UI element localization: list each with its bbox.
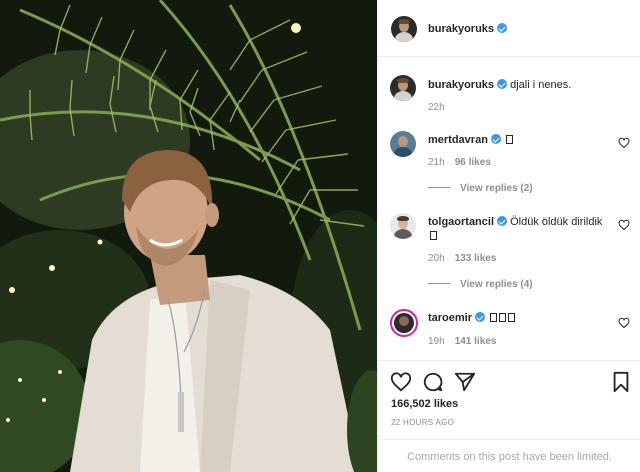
author-username[interactable]: burakyoruks — [428, 23, 494, 35]
comment-likes[interactable]: 141 likes — [455, 336, 497, 347]
caption-username[interactable]: burakyoruks — [428, 79, 494, 91]
comment-item: tolgaortancil Öldük öldük dirildik 20h 13… — [390, 213, 630, 293]
author-avatar[interactable] — [391, 16, 417, 42]
comment-avatar — [394, 313, 414, 333]
comment-time[interactable]: 19h — [428, 336, 445, 347]
comment-meta: 19h 141 likes — [428, 336, 496, 347]
comment-meta: 21h 96 likes — [428, 157, 491, 168]
post-timestamp[interactable]: 22 HOURS AGO — [391, 418, 454, 427]
comment-icon[interactable] — [422, 371, 444, 393]
caption-text: djali i nenes. — [510, 79, 572, 91]
comment-username[interactable]: mertdavran — [428, 134, 488, 146]
comment-like-heart-icon[interactable] — [618, 219, 630, 231]
caption-avatar[interactable] — [390, 75, 416, 101]
comment-avatar[interactable] — [390, 131, 416, 157]
comment-text-block: taroemir — [428, 311, 608, 325]
post-photo[interactable] — [0, 0, 377, 472]
comment-text: Öldük öldük dirildik — [510, 216, 603, 228]
view-replies-button[interactable]: View replies (2) — [428, 183, 533, 194]
comment-like-heart-icon[interactable] — [618, 137, 630, 149]
verified-icon — [497, 23, 508, 33]
comment-time[interactable]: 21h — [428, 157, 445, 168]
emoji-glyph — [490, 313, 498, 322]
comment-text-block: mertdavran — [428, 133, 608, 147]
comment-avatar[interactable] — [390, 213, 416, 239]
comments-list[interactable]: burakyoruks djali i nenes. 22h mertdavra… — [378, 57, 640, 360]
author-name-row: burakyoruks — [428, 23, 508, 35]
comments-limited-notice: Comments on this post have been limited. — [378, 439, 640, 472]
verified-icon — [475, 312, 486, 322]
caption: burakyoruks djali i nenes. 22h — [390, 75, 630, 117]
emoji-glyph — [499, 313, 507, 322]
comment-likes[interactable]: 133 likes — [455, 253, 497, 264]
comment-username[interactable]: taroemir — [428, 312, 472, 324]
post-photo-illustration — [0, 0, 377, 472]
emoji-glyph — [505, 135, 513, 144]
caption-text-block: burakyoruks djali i nenes. — [428, 78, 608, 92]
caption-time[interactable]: 22h — [428, 102, 445, 113]
post-header: burakyoruks — [378, 0, 640, 57]
comment-item: mertdavran 21h 96 likes View replies (2) — [390, 131, 630, 199]
verified-icon — [497, 79, 508, 89]
emoji-glyph — [508, 313, 516, 322]
post-side-panel: burakyoruks burakyoruks djali i nenes. 2… — [377, 0, 640, 472]
likes-count[interactable]: 166,502 likes — [391, 398, 458, 410]
instagram-post: burakyoruks burakyoruks djali i nenes. 2… — [0, 0, 640, 472]
share-icon[interactable] — [454, 371, 476, 393]
heart-icon[interactable] — [390, 371, 412, 393]
emoji-glyph — [430, 231, 437, 240]
comment-item: taroemir 19h 141 likes — [390, 309, 630, 349]
comment-text-block: tolgaortancil Öldük öldük dirildik — [428, 215, 608, 243]
verified-icon — [490, 134, 501, 144]
comment-likes[interactable]: 96 likes — [455, 157, 491, 168]
view-replies-button[interactable]: View replies (4) — [428, 279, 533, 290]
replies-divider — [428, 187, 450, 188]
verified-icon — [497, 216, 508, 226]
comment-meta: 20h 133 likes — [428, 253, 496, 264]
comment-username[interactable]: tolgaortancil — [428, 216, 494, 228]
replies-divider — [428, 283, 450, 284]
comment-time[interactable]: 20h — [428, 253, 445, 264]
view-replies-label: View replies (4) — [460, 279, 533, 290]
comment-avatar-story-ring[interactable] — [390, 309, 418, 337]
post-actions: 166,502 likes 22 HOURS AGO Comments on t… — [378, 360, 640, 472]
view-replies-label: View replies (2) — [460, 183, 533, 194]
bookmark-icon[interactable] — [610, 371, 632, 393]
comment-like-heart-icon[interactable] — [618, 317, 630, 329]
